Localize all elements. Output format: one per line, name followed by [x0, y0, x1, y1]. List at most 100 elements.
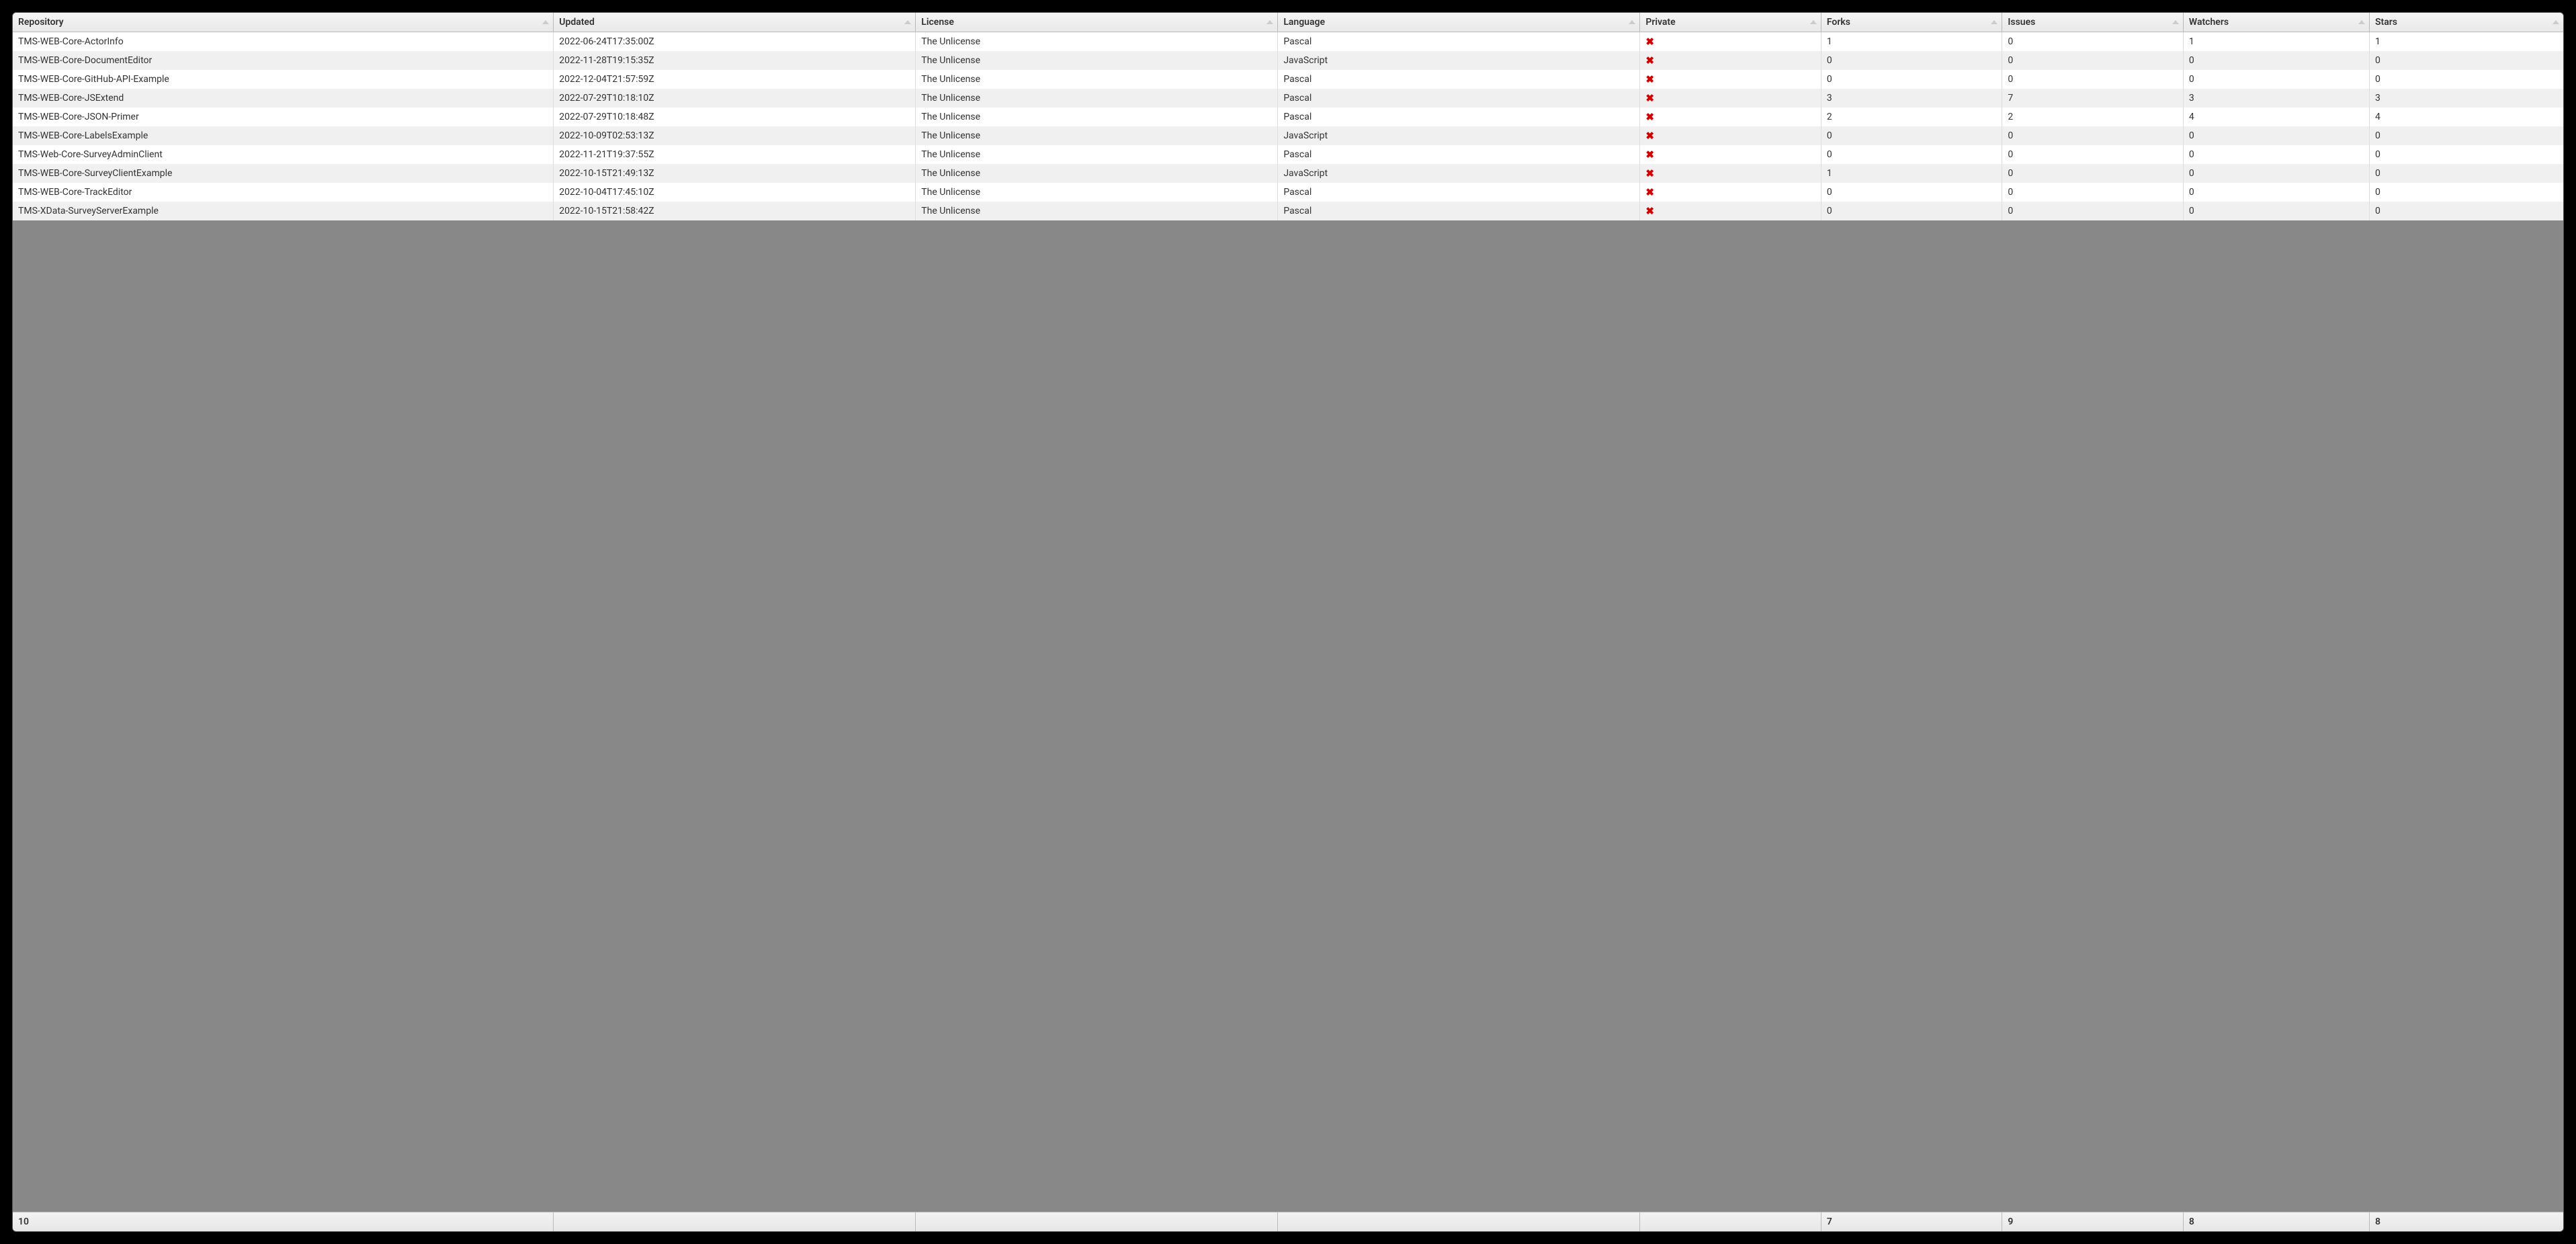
- cell-value: TMS-WEB-Core-JSExtend: [18, 93, 124, 103]
- cell-value: 0: [1827, 55, 1832, 66]
- cell-value: The Unlicense: [921, 206, 980, 216]
- grid-scroll-area[interactable]: RepositoryUpdatedLicense Language PrivateF…: [13, 13, 2563, 1212]
- column-header-private[interactable]: Private: [1640, 13, 1821, 32]
- cell-value: Pascal: [1283, 93, 1312, 103]
- cell-value: The Unlicense: [921, 187, 980, 198]
- x-mark-icon: ✖: [1645, 36, 1654, 48]
- cell-issues: 0: [2002, 51, 2184, 70]
- column-header-label: Stars: [2375, 17, 2397, 28]
- cell-stars: 1: [2369, 32, 2563, 52]
- sort-asc-icon[interactable]: [1629, 20, 1635, 24]
- cell-value: 7: [2008, 93, 2013, 103]
- cell-license: The Unlicense: [916, 51, 1278, 70]
- x-mark-icon: ✖: [1645, 54, 1654, 67]
- sort-asc-icon[interactable]: [904, 20, 911, 24]
- cell-stars: 0: [2369, 51, 2563, 70]
- cell-value: 0: [2008, 74, 2013, 85]
- column-header-repo[interactable]: Repository: [13, 13, 554, 32]
- cell-value: The Unlicense: [921, 130, 980, 141]
- cell-repo: TMS-WEB-Core-LabelsExample: [13, 126, 554, 145]
- table-row[interactable]: TMS-WEB-Core-JSExtend2022-07-29T10:18:10…: [13, 89, 2563, 108]
- cell-value: The Unlicense: [921, 93, 980, 103]
- table-row[interactable]: TMS-WEB-Core-ActorInfo2022-06-24T17:35:0…: [13, 32, 2563, 52]
- cell-value: Pascal: [1283, 187, 1312, 198]
- cell-value: 1: [1827, 168, 1832, 179]
- column-header-watchers[interactable]: Watchers: [2183, 13, 2369, 32]
- sort-asc-icon[interactable]: [2552, 20, 2559, 24]
- sort-asc-icon[interactable]: [1991, 20, 1998, 24]
- table-row[interactable]: TMS-WEB-Core-DocumentEditor2022-11-28T19…: [13, 51, 2563, 70]
- cell-private: ✖: [1640, 126, 1821, 145]
- cell-value: 0: [2375, 168, 2380, 179]
- table-row[interactable]: TMS-WEB-Core-GitHub-API-Example2022-12-0…: [13, 70, 2563, 89]
- cell-value: Pascal: [1283, 206, 1312, 216]
- cell-license: The Unlicense: [916, 89, 1278, 108]
- cell-value: 0: [1827, 206, 1832, 216]
- column-header-issues[interactable]: Issues: [2002, 13, 2184, 32]
- sort-asc-icon[interactable]: [1266, 20, 1273, 24]
- cell-value: 0: [2375, 55, 2380, 66]
- cell-value: 1: [1827, 36, 1832, 47]
- cell-stars: 0: [2369, 126, 2563, 145]
- cell-repo: TMS-WEB-Core-ActorInfo: [13, 32, 554, 52]
- cell-watchers: 0: [2183, 70, 2369, 89]
- cell-value: 0: [1827, 187, 1832, 198]
- cell-repo: TMS-WEB-Core-TrackEditor: [13, 183, 554, 202]
- cell-issues: 0: [2002, 126, 2184, 145]
- cell-watchers: 1: [2183, 32, 2369, 52]
- cell-language: Pascal: [1278, 70, 1640, 89]
- column-header-forks[interactable]: Forks: [1821, 13, 2002, 32]
- cell-value: TMS-WEB-Core-SurveyClientExample: [18, 168, 172, 179]
- cell-watchers: 0: [2183, 164, 2369, 183]
- table-header: RepositoryUpdatedLicense Language PrivateF…: [13, 13, 2563, 32]
- table-row[interactable]: TMS-WEB-Core-TrackEditor 2022-10-04T17:45…: [13, 183, 2563, 202]
- column-header-language[interactable]: Language: [1278, 13, 1640, 32]
- sort-asc-icon[interactable]: [542, 20, 549, 24]
- cell-forks: 3: [1821, 89, 2002, 108]
- cell-value: 0: [2008, 149, 2013, 160]
- footer-cell-stars: 8: [2369, 1212, 2563, 1232]
- cell-value: 0: [2008, 168, 2013, 179]
- footer-cell-language: [1278, 1212, 1640, 1232]
- cell-value: 0: [2375, 206, 2380, 216]
- table-row[interactable]: TMS-Web-Core-SurveyAdminClient2022-11-21…: [13, 145, 2563, 164]
- cell-value: 3: [2375, 93, 2380, 103]
- cell-value: 0: [1827, 149, 1832, 160]
- cell-repo: TMS-WEB-Core-DocumentEditor: [13, 51, 554, 70]
- table-row[interactable]: TMS-WEB-Core-SurveyClientExample 2022-10-…: [13, 164, 2563, 183]
- column-header-updated[interactable]: Updated: [554, 13, 916, 32]
- x-mark-icon: ✖: [1645, 186, 1654, 198]
- column-header-label: Language: [1283, 17, 1325, 28]
- cell-issues: 0: [2002, 183, 2184, 202]
- cell-private: ✖: [1640, 164, 1821, 183]
- cell-value: 0: [2189, 168, 2194, 179]
- table-row[interactable]: TMS-WEB-Core-LabelsExample2022-10-09T02:…: [13, 126, 2563, 145]
- cell-value: TMS-WEB-Core-JSON-Primer: [18, 112, 139, 122]
- cell-value: The Unlicense: [921, 74, 980, 85]
- cell-language: Pascal: [1278, 202, 1640, 220]
- cell-language: JavaScript: [1278, 164, 1640, 183]
- cell-language: Pascal: [1278, 89, 1640, 108]
- cell-value: Pascal: [1283, 74, 1312, 85]
- cell-value: TMS-WEB-Core-TrackEditor: [18, 187, 132, 198]
- table-row[interactable]: TMS-WEB-Core-JSON-Primer2022-07-29T10:18…: [13, 108, 2563, 126]
- column-header-stars[interactable]: Stars: [2369, 13, 2563, 32]
- table-row[interactable]: TMS-XData-SurveyServerExample2022-10-15T…: [13, 202, 2563, 220]
- cell-updated: 2022-10-15T21:58:42Z: [554, 202, 916, 220]
- cell-value: 2: [1827, 112, 1832, 122]
- cell-value: 0: [2008, 55, 2013, 66]
- sort-asc-icon[interactable]: [2172, 20, 2179, 24]
- cell-value: 0: [2375, 187, 2380, 198]
- column-header-license[interactable]: License: [916, 13, 1278, 32]
- cell-value: The Unlicense: [921, 112, 980, 122]
- sort-asc-icon[interactable]: [2358, 20, 2365, 24]
- sort-asc-icon[interactable]: [1810, 20, 1817, 24]
- cell-private: ✖: [1640, 145, 1821, 164]
- cell-value: JavaScript: [1283, 55, 1328, 66]
- cell-value: 2022-10-15T21:49:13Z: [559, 168, 654, 179]
- cell-license: The Unlicense: [916, 126, 1278, 145]
- cell-forks: 0: [1821, 126, 2002, 145]
- cell-value: 2022-10-04T17:45:10Z: [559, 187, 654, 198]
- cell-private: ✖: [1640, 108, 1821, 126]
- cell-value: 0: [2189, 74, 2194, 85]
